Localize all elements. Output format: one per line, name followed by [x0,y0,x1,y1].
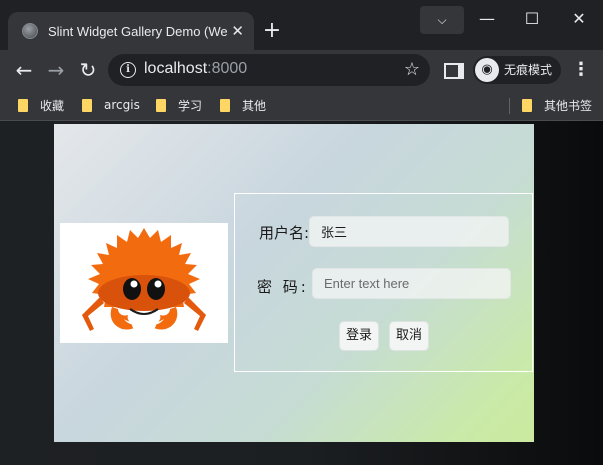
tab-close-icon[interactable]: ✕ [231,21,244,41]
crab-belly [98,275,190,311]
bookmark-star-icon[interactable]: ☆ [404,59,420,80]
bookmark-label: arcgis [104,98,140,112]
page-content: 用户名: 密 码: 登录 取消 [0,121,603,465]
crab-leg-right [184,297,206,331]
url-port: :8000 [207,60,248,77]
crab-eye-shine-left [130,280,138,288]
folder-icon [220,98,230,112]
tab-title: Slint Widget Gallery Demo (We [48,23,228,39]
bookmark-item-other[interactable]: 其他 [220,96,266,114]
folder-icon [18,98,28,112]
new-tab-button[interactable]: + [262,18,282,44]
folder-icon [522,98,532,112]
reload-icon[interactable]: ↻ [74,56,102,84]
login-form: 用户名: 密 码: 登录 取消 [234,193,533,372]
url-text[interactable]: localhost:8000 [144,60,247,78]
crab-leg-left [82,297,104,331]
back-icon[interactable]: ← [10,56,38,84]
bookmark-item-arcgis[interactable]: arcgis [82,96,140,114]
password-input[interactable] [312,268,511,299]
username-label: 用户名: [259,224,310,242]
toolbar: ← → ↻ i localhost:8000 ☆ ◉ 无痕模式 ⋮ [0,50,603,90]
incognito-icon: ◉ [475,58,499,82]
tab-active[interactable]: Slint Widget Gallery Demo (We ✕ [8,12,254,50]
folder-icon [82,98,92,112]
ferris-crab-icon [82,228,206,331]
side-panel-icon[interactable] [444,63,464,79]
bookmark-item-favorites[interactable]: 收藏 [18,96,64,114]
bookmark-label: 学习 [178,98,203,113]
login-button[interactable]: 登录 [339,321,379,351]
other-bookmarks-folder[interactable]: 其他书签 [522,96,592,114]
browser-window: Slint Widget Gallery Demo (We ✕ + ⌵ — ☐ … [0,0,603,465]
incognito-indicator[interactable]: ◉ 无痕模式 [473,56,561,84]
crab-teeth [132,319,156,329]
bookmark-label: 收藏 [40,98,65,113]
globe-icon [22,23,38,39]
url-host: localhost [144,60,208,77]
maximize-button[interactable]: ☐ [512,4,552,34]
bookmarks-bar: 收藏 arcgis 学习 其他 其他书签 [0,90,603,121]
bookmark-item-study[interactable]: 学习 [156,96,202,114]
bookmark-label: 其他 [242,98,267,113]
minimize-button[interactable]: — [467,4,507,34]
incognito-label: 无痕模式 [504,63,553,77]
bookmarks-divider [509,98,510,114]
tab-strip: Slint Widget Gallery Demo (We ✕ + ⌵ — ☐ … [0,0,603,50]
site-info-icon[interactable]: i [120,62,136,78]
slint-app-window: 用户名: 密 码: 登录 取消 [54,124,534,442]
cancel-button[interactable]: 取消 [389,321,429,351]
tab-search-button[interactable]: ⌵ [420,6,464,34]
address-bar[interactable]: i localhost:8000 ☆ [108,54,430,86]
close-window-button[interactable]: ✕ [559,4,599,34]
password-label: 密 码: [257,278,309,296]
crab-logo-image [60,223,228,343]
crab-eye-shine-right [154,280,162,288]
username-input[interactable] [309,216,509,247]
folder-icon [156,98,166,112]
menu-icon[interactable]: ⋮ [572,56,590,84]
other-bookmarks-label: 其他书签 [544,98,593,113]
forward-icon[interactable]: → [42,56,70,84]
